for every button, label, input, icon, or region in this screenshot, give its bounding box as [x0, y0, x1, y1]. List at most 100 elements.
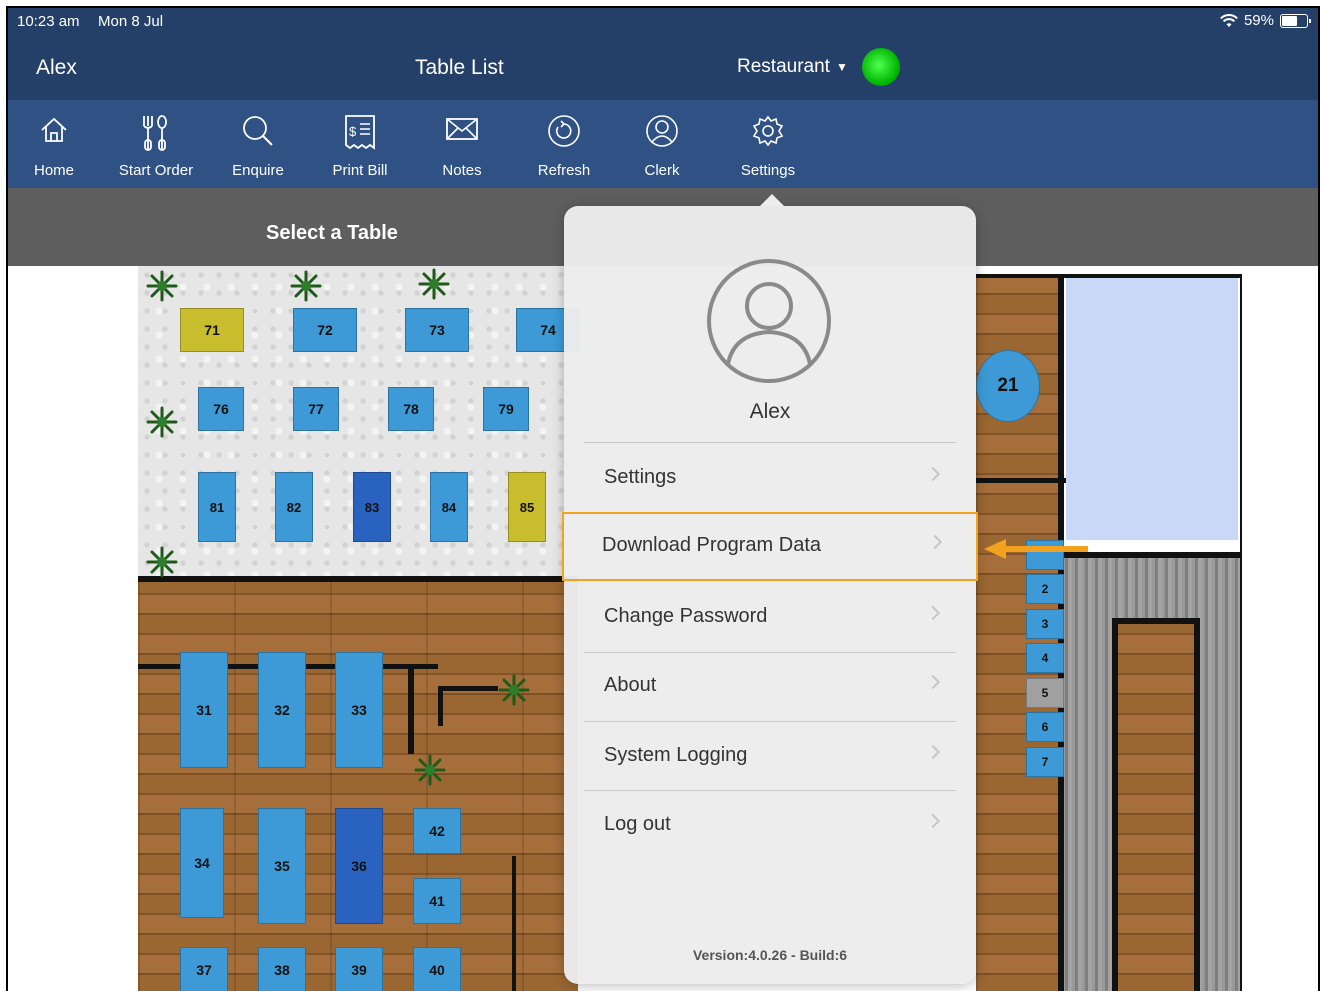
user-menu-popover: Alex Settings Download Program Data Chan… [562, 194, 978, 984]
svg-text:$: $ [349, 124, 357, 139]
menu-item-settings[interactable]: Settings [564, 444, 976, 513]
table-38[interactable]: 38 [258, 947, 306, 991]
popover-arrow [760, 194, 784, 206]
wall [138, 576, 578, 582]
clerk-label: Clerk [644, 162, 680, 179]
table-78[interactable]: 78 [388, 387, 434, 431]
enquire-button[interactable]: Enquire [208, 100, 308, 188]
menu-item-system-logging[interactable]: System Logging [564, 722, 976, 791]
cutlery-icon [143, 115, 167, 151]
table-33[interactable]: 33 [335, 652, 383, 768]
menu-item-about[interactable]: About [564, 652, 976, 721]
version-text: Version:4.0.26 - Build:6 [692, 947, 848, 963]
wall [438, 686, 498, 691]
table-21[interactable]: 21 [976, 350, 1040, 422]
table-34[interactable]: 34 [180, 808, 224, 918]
start-order-button[interactable]: Start Order [106, 100, 206, 188]
menu-item-download-program-data[interactable]: Download Program Data [562, 512, 978, 581]
table-4[interactable]: 4 [1026, 643, 1064, 673]
chevron-right-icon [925, 466, 941, 482]
table-76[interactable]: 76 [198, 387, 244, 431]
status-right: 59% [1220, 12, 1311, 29]
menu-item-label: About [604, 674, 657, 696]
bill-icon: $ [345, 115, 375, 150]
notes-button[interactable]: Notes [412, 100, 512, 188]
settings-button[interactable]: Settings [718, 100, 818, 188]
plant-icon [146, 546, 178, 578]
chevron-right-icon [925, 605, 941, 621]
table-82[interactable]: 82 [275, 472, 313, 542]
envelope-icon [446, 118, 478, 140]
table-37[interactable]: 37 [180, 947, 228, 991]
table-40[interactable]: 40 [413, 947, 461, 991]
home-button[interactable]: Home [8, 100, 104, 188]
chevron-right-icon [925, 744, 941, 760]
table-41[interactable]: 41 [413, 878, 461, 924]
menu-item-label: Log out [604, 813, 671, 835]
table-35[interactable]: 35 [258, 808, 306, 924]
table-7[interactable]: 7 [1026, 747, 1064, 777]
avatar-icon [707, 259, 831, 383]
status-indicator-icon [862, 48, 900, 86]
status-time: 10:23 am [17, 13, 80, 30]
print-bill-label: Print Bill [332, 162, 388, 179]
plant-icon [414, 754, 446, 786]
clerk-button[interactable]: Clerk [612, 100, 712, 188]
refresh-label: Refresh [537, 162, 591, 179]
menu-item-label: Settings [604, 466, 677, 488]
divider [584, 442, 956, 443]
table-42[interactable]: 42 [413, 808, 461, 854]
status-bar: 10:23 am Mon 8 Jul 59% [8, 8, 1318, 36]
settings-label: Settings [740, 162, 796, 179]
bar-counter [1116, 622, 1196, 991]
wall [1112, 618, 1200, 624]
callout-arrow-icon [984, 539, 1088, 559]
wall [976, 478, 1066, 483]
wall [438, 686, 443, 726]
wifi-icon [1220, 13, 1238, 27]
search-icon [243, 116, 273, 146]
start-order-label: Start Order [118, 162, 194, 179]
table-3[interactable]: 3 [1026, 609, 1064, 639]
toolbar: Home Start Order Enquire $ Print Bill No… [8, 100, 1318, 188]
table-81[interactable]: 81 [198, 472, 236, 542]
notes-label: Notes [442, 162, 482, 179]
print-bill-button[interactable]: $ Print Bill [310, 100, 410, 188]
user-name[interactable]: Alex [36, 56, 77, 80]
plant-icon [146, 406, 178, 438]
table-84[interactable]: 84 [430, 472, 468, 542]
menu-item-change-password[interactable]: Change Password [564, 583, 976, 652]
plant-icon [146, 270, 178, 302]
table-39[interactable]: 39 [335, 947, 383, 991]
table-77[interactable]: 77 [293, 387, 339, 431]
plant-icon [418, 268, 450, 300]
refresh-icon [548, 115, 580, 147]
page-title: Table List [415, 56, 504, 79]
chevron-right-icon [927, 534, 943, 550]
refresh-button[interactable]: Refresh [514, 100, 614, 188]
table-71[interactable]: 71 [180, 308, 244, 352]
table-73[interactable]: 73 [405, 308, 469, 352]
menu-item-label: System Logging [604, 744, 748, 766]
wall [1194, 618, 1200, 991]
gear-icon [752, 115, 784, 147]
table-6[interactable]: 6 [1026, 712, 1064, 742]
table-32[interactable]: 32 [258, 652, 306, 768]
table-36[interactable]: 36 [335, 808, 383, 924]
venue-label: Restaurant [737, 56, 830, 77]
table-2[interactable]: 2 [1026, 574, 1064, 604]
battery-icon [1280, 13, 1311, 28]
chevron-right-icon [925, 674, 941, 690]
table-79[interactable]: 79 [483, 387, 529, 431]
venue-dropdown[interactable]: Restaurant ▼ [737, 56, 848, 78]
table-85[interactable]: 85 [508, 472, 546, 542]
user-circle-icon [646, 115, 678, 147]
table-5[interactable]: 5 [1026, 678, 1064, 708]
menu-item-log-out[interactable]: Log out [564, 791, 976, 860]
table-83[interactable]: 83 [353, 472, 391, 542]
table-72[interactable]: 72 [293, 308, 357, 352]
plant-icon [498, 674, 530, 706]
table-31[interactable]: 31 [180, 652, 228, 768]
select-table-label: Select a Table [266, 222, 398, 244]
menu-item-label: Change Password [604, 605, 768, 627]
